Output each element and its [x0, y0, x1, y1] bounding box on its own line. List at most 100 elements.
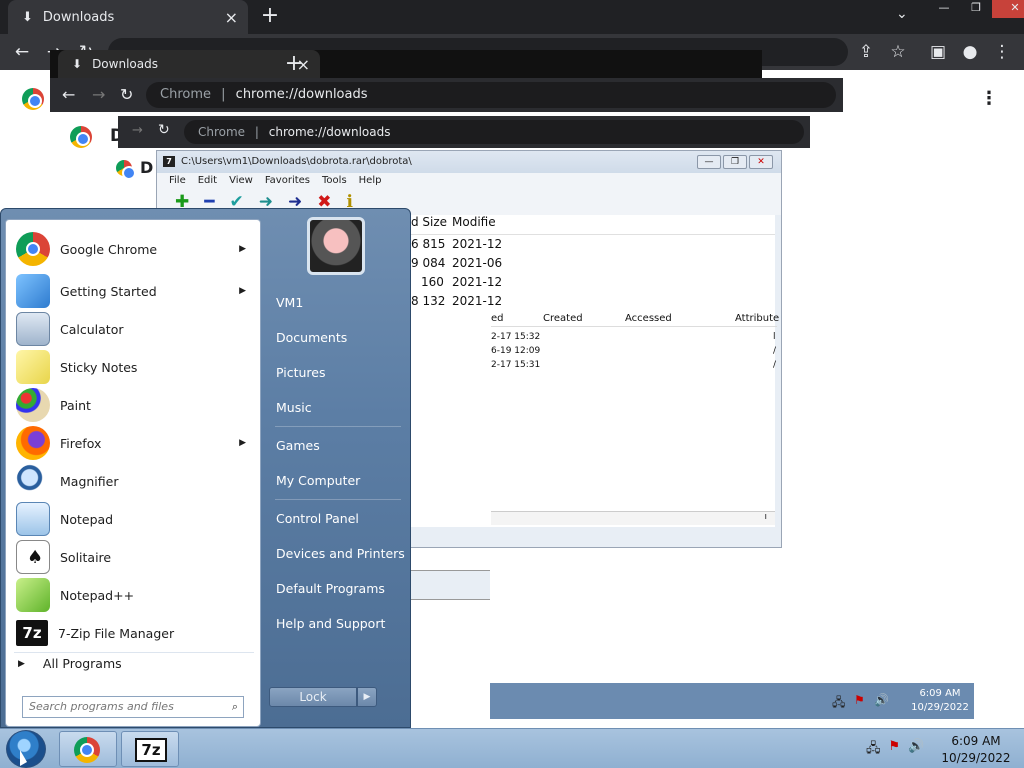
download-icon: ⬇	[72, 57, 83, 71]
menu-file[interactable]: File	[169, 173, 186, 189]
menu-view[interactable]: View	[229, 173, 253, 189]
omnibox-separator: |	[254, 125, 259, 139]
search-icon[interactable]: ⌕	[232, 697, 238, 717]
close-button[interactable]: ✕	[992, 0, 1024, 18]
chrome-icon	[16, 232, 50, 266]
ghost-reload-icon: ↻	[120, 85, 134, 104]
ghost-content-strip: D	[62, 112, 124, 152]
omnibox-chip: Chrome	[160, 87, 211, 102]
sevenzip-icon: 7z	[16, 620, 48, 646]
taskbar: 7z 🖧 ⚑ 🔊 6:09 AM 10/29/2022	[0, 728, 1024, 768]
omnibox-separator: |	[221, 87, 226, 102]
firefox-icon	[16, 426, 50, 460]
ghost-row-attr: /	[773, 360, 777, 370]
program-notepad-plus-plus[interactable]: Notepad++	[12, 576, 256, 614]
ghost-clock: 6:09 AM 10/29/2022	[900, 687, 980, 715]
place-control-panel[interactable]: Control Panel	[276, 511, 359, 526]
ghost-row-attr: /	[773, 346, 777, 356]
place-pictures[interactable]: Pictures	[276, 365, 326, 380]
ghost-tab-downloads: ⬇ Downloads ×	[58, 50, 320, 78]
place-music[interactable]: Music	[276, 400, 312, 415]
back-icon[interactable]: ←	[10, 40, 34, 64]
program-sticky-notes[interactable]: Sticky Notes	[12, 348, 256, 386]
program-google-chrome[interactable]: Google Chrome ▶	[12, 230, 256, 268]
sevenzip-maximize-button[interactable]: ❐	[723, 155, 747, 169]
horizontal-scrollbar[interactable]: ı	[491, 511, 775, 525]
menu-edit[interactable]: Edit	[198, 173, 217, 189]
omnibox-url: chrome://downloads	[235, 87, 368, 102]
menu-tools[interactable]: Tools	[322, 173, 347, 189]
place-help-support[interactable]: Help and Support	[276, 616, 385, 631]
new-tab-button[interactable]: +	[258, 4, 282, 28]
shutdown-options-button[interactable]: ▶	[357, 687, 377, 707]
notepad-icon	[16, 502, 50, 536]
profile-icon[interactable]: ●	[958, 40, 982, 64]
taskbar-7zip-button[interactable]: 7z	[121, 731, 179, 767]
col-modified[interactable]: Modifie	[452, 215, 496, 229]
program-calculator[interactable]: Calculator	[12, 310, 256, 348]
program-label: Calculator	[60, 321, 124, 337]
program-solitaire[interactable]: ♠ Solitaire	[12, 538, 256, 576]
volume-icon[interactable]: 🔊	[908, 739, 924, 761]
sevenzip-minimize-button[interactable]: —	[697, 155, 721, 169]
col-size[interactable]: d Size	[411, 215, 447, 229]
mouse-cursor-icon	[20, 750, 27, 766]
action-center-icon[interactable]: ⚑	[889, 739, 901, 761]
ghost-content-strip-2: D	[112, 150, 156, 190]
place-devices-printers[interactable]: Devices and Printers	[276, 546, 405, 561]
chrome-logo-icon	[116, 160, 136, 180]
ghost-reload-icon: ↻	[158, 122, 170, 138]
scroll-thumb[interactable]: ı	[764, 512, 767, 522]
sevenzip-titlebar[interactable]: 7 C:\Users\vm1\Downloads\dobrota.rar\dob…	[157, 151, 781, 173]
all-programs-label: All Programs	[42, 656, 122, 671]
col-accessed: Accessed	[625, 313, 672, 324]
all-programs-button[interactable]: ▶ All Programs	[18, 656, 122, 671]
ghost-row-attr: l	[773, 332, 776, 342]
ghost-back-icon: ←	[62, 85, 76, 104]
place-my-computer[interactable]: My Computer	[276, 473, 360, 488]
chrome-menu-icon[interactable]: ⋮	[990, 40, 1014, 64]
menu-help[interactable]: Help	[359, 173, 382, 189]
maximize-button[interactable]: ❐	[960, 0, 992, 18]
ghost-date: 10/29/2022	[911, 702, 969, 713]
place-documents[interactable]: Documents	[276, 330, 347, 345]
sevenzip-close-button[interactable]: ✕	[749, 155, 773, 169]
tab-close-icon[interactable]: ×	[225, 8, 238, 27]
tab-search-icon[interactable]: ⌄	[896, 6, 908, 22]
minimize-button[interactable]: —	[928, 0, 960, 18]
user-avatar[interactable]	[307, 217, 365, 275]
program-firefox[interactable]: Firefox ▶	[12, 424, 256, 462]
col-modified-fragment: ed	[491, 313, 504, 324]
taskbar-chrome-button[interactable]	[59, 731, 117, 767]
program-label: Getting Started	[60, 283, 157, 299]
solitaire-icon: ♠	[16, 540, 50, 574]
tab-title: Downloads	[42, 9, 115, 25]
downloads-menu-icon[interactable]: ⋮	[980, 88, 998, 109]
menu-favorites[interactable]: Favorites	[265, 173, 310, 189]
chrome-icon	[74, 737, 100, 763]
program-paint[interactable]: Paint	[12, 386, 256, 424]
ghost-chrome-toolbar-2: → ↻ Chrome | chrome://downloads	[118, 116, 810, 148]
search-input[interactable]: Search programs and files ⌕	[22, 696, 244, 718]
tab-downloads[interactable]: ⬇ Downloads ×	[8, 0, 248, 34]
place-games[interactable]: Games	[276, 438, 320, 453]
place-user[interactable]: VM1	[276, 295, 303, 310]
lock-button[interactable]: Lock	[269, 687, 357, 707]
program-magnifier[interactable]: Magnifier	[12, 462, 256, 500]
divider	[275, 499, 401, 500]
bookmark-star-icon[interactable]: ☆	[886, 40, 910, 64]
taskbar-clock[interactable]: 6:09 AM 10/29/2022	[936, 733, 1016, 767]
program-7zip[interactable]: 7z 7-Zip File Manager	[12, 614, 256, 652]
program-notepad[interactable]: Notepad	[12, 500, 256, 538]
omnibox-chip: Chrome	[198, 125, 246, 139]
magnifier-icon	[16, 464, 50, 498]
side-panel-icon[interactable]: ▣	[926, 40, 950, 64]
network-icon[interactable]: 🖧	[866, 739, 881, 761]
ghost-page-title: D	[140, 158, 154, 177]
clock-date: 10/29/2022	[941, 751, 1011, 765]
share-icon[interactable]: ⇪	[854, 40, 878, 64]
place-default-programs[interactable]: Default Programs	[276, 581, 385, 596]
sevenzip-logo-icon: 7	[163, 156, 175, 167]
chrome-logo-icon	[22, 88, 44, 110]
program-getting-started[interactable]: Getting Started ▶	[12, 272, 256, 310]
